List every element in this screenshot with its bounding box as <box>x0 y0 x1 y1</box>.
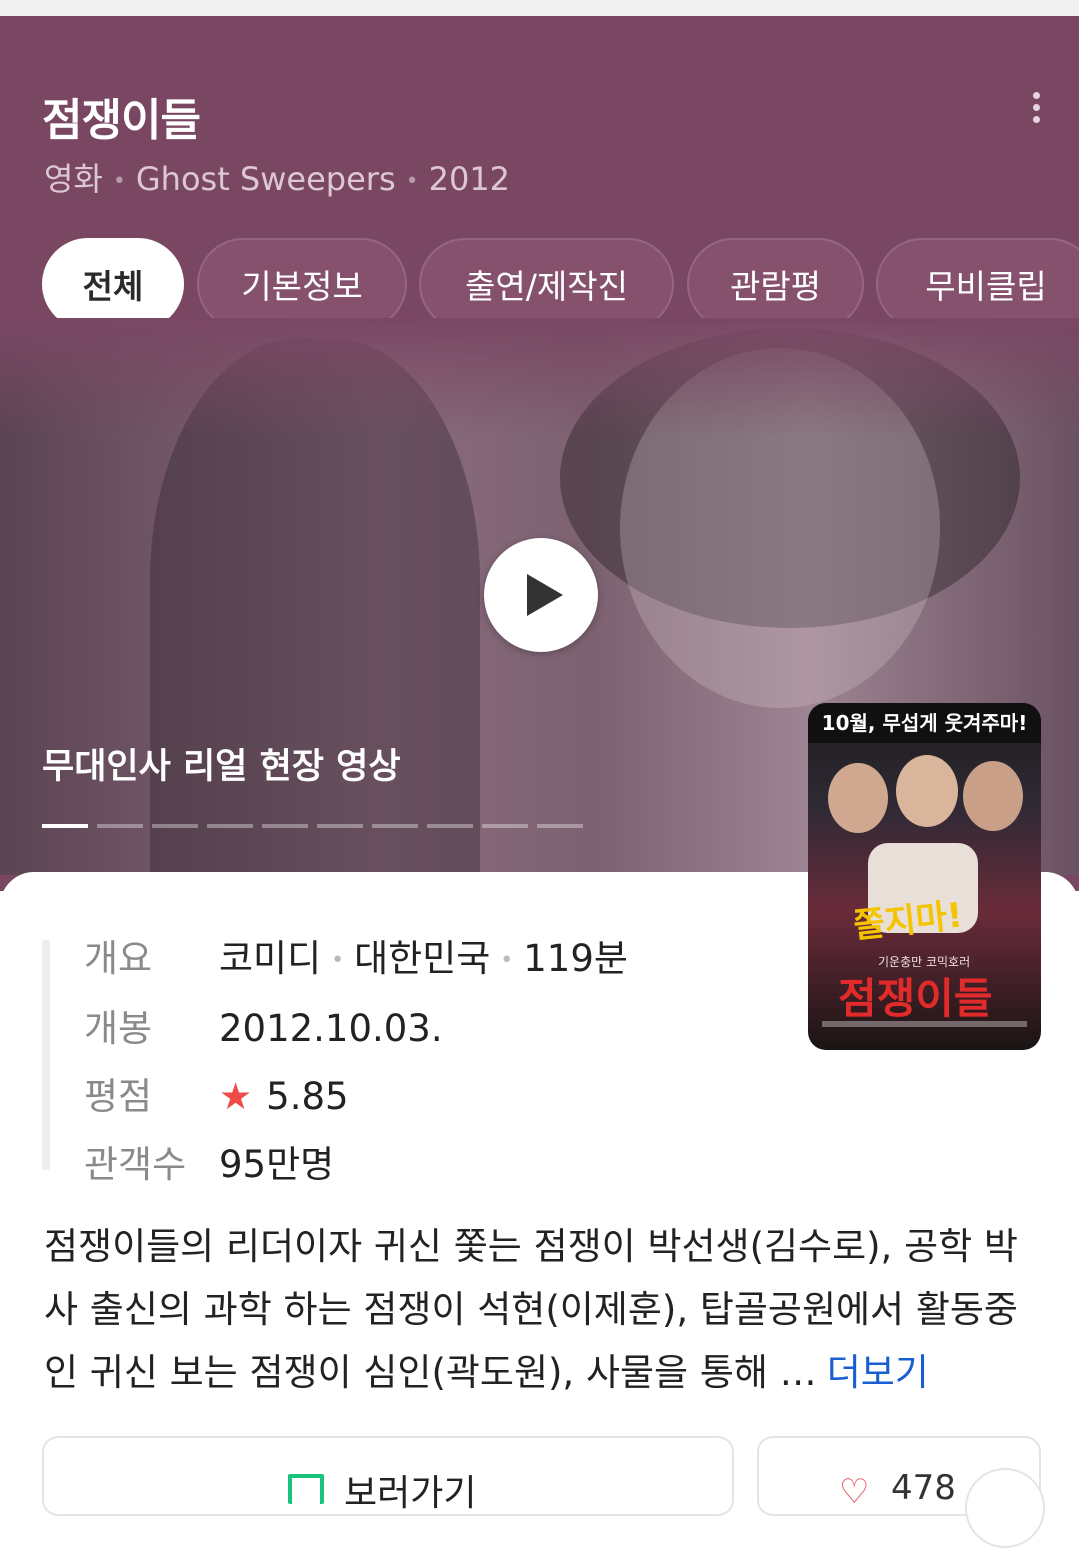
carousel-dot[interactable] <box>372 824 418 828</box>
info-label: 관객수 <box>84 1143 187 1186</box>
carousel-dot[interactable] <box>262 824 308 828</box>
tab-movie-clips[interactable]: 무비클립 <box>876 238 1079 330</box>
more-link[interactable]: 더보기 <box>827 1351 929 1394</box>
heart-icon: ♡ <box>839 1472 870 1512</box>
country: 대한민국 <box>354 937 491 980</box>
movie-year: 2012 <box>428 160 511 198</box>
carousel-dot[interactable] <box>427 824 473 828</box>
info-row-overview: 개요 코미디 • 대한민국 • 119분 <box>84 928 628 982</box>
movie-subtitle: 영화 • Ghost Sweepers • 2012 <box>44 154 510 200</box>
carousel-dot[interactable] <box>42 824 88 828</box>
genre[interactable]: 코미디 <box>219 937 321 980</box>
watch-button[interactable]: 보러가기 <box>42 1436 734 1516</box>
carousel-dot[interactable] <box>317 824 363 828</box>
info-accent-bar <box>42 940 50 1170</box>
ticket-icon <box>288 1474 324 1504</box>
like-count: 478 <box>891 1468 956 1508</box>
play-button[interactable] <box>484 538 598 652</box>
info-label: 개봉 <box>84 1007 153 1050</box>
share-button[interactable] <box>965 1468 1045 1548</box>
status-strip <box>0 0 1079 16</box>
info-row-rating: 평점 ★ 5.85 <box>84 1066 349 1120</box>
play-icon <box>527 574 563 616</box>
tab-basic-info[interactable]: 기본정보 <box>197 238 407 330</box>
separator-dot: • <box>112 168 126 194</box>
info-row-audience: 관객수 95만명 <box>84 1134 334 1188</box>
release-date: 2012.10.03. <box>219 1007 443 1050</box>
tab-cast-crew[interactable]: 출연/제작진 <box>419 238 674 330</box>
more-options-icon[interactable] <box>1018 88 1054 132</box>
like-button[interactable]: ♡ 478 <box>757 1436 1045 1548</box>
info-label: 개요 <box>84 937 153 980</box>
poster-tagline: 10월, 무섭게 웃겨주마! <box>808 703 1041 743</box>
video-title: 무대인사 리얼 현장 영상 <box>42 747 401 787</box>
movie-poster[interactable]: 10월, 무섭게 웃겨주마! 쫄지마! 기운충만 코믹호러 점쟁이들 <box>808 703 1041 1050</box>
rating-value: 5.85 <box>266 1075 349 1118</box>
carousel-dot[interactable] <box>482 824 528 828</box>
info-row-release: 개봉 2012.10.03. <box>84 998 443 1052</box>
poster-tagline2: 쫄지마! <box>851 895 965 947</box>
tab-reviews[interactable]: 관람평 <box>687 238 864 330</box>
audience-value: 95만명 <box>219 1143 335 1186</box>
tab-all[interactable]: 전체 <box>42 238 184 330</box>
movie-english-title: Ghost Sweepers <box>135 160 396 198</box>
carousel-dot[interactable] <box>537 824 583 828</box>
page-title: 점쟁이들 <box>42 95 201 146</box>
carousel-dot[interactable] <box>97 824 143 828</box>
info-label: 평점 <box>84 1075 153 1118</box>
movie-description: 점쟁이들의 리더이자 귀신 쫓는 점쟁이 박선생(김수로), 공학 박사 출신의… <box>44 1215 1034 1404</box>
star-icon: ★ <box>219 1075 253 1118</box>
separator-dot: • <box>405 168 419 194</box>
carousel-dot[interactable] <box>207 824 253 828</box>
runtime: 119분 <box>523 937 628 980</box>
poster-title: 점쟁이들 <box>838 974 993 1023</box>
watch-label: 보러가기 <box>344 1473 477 1514</box>
carousel-dot[interactable] <box>152 824 198 828</box>
movie-type: 영화 <box>44 160 103 198</box>
